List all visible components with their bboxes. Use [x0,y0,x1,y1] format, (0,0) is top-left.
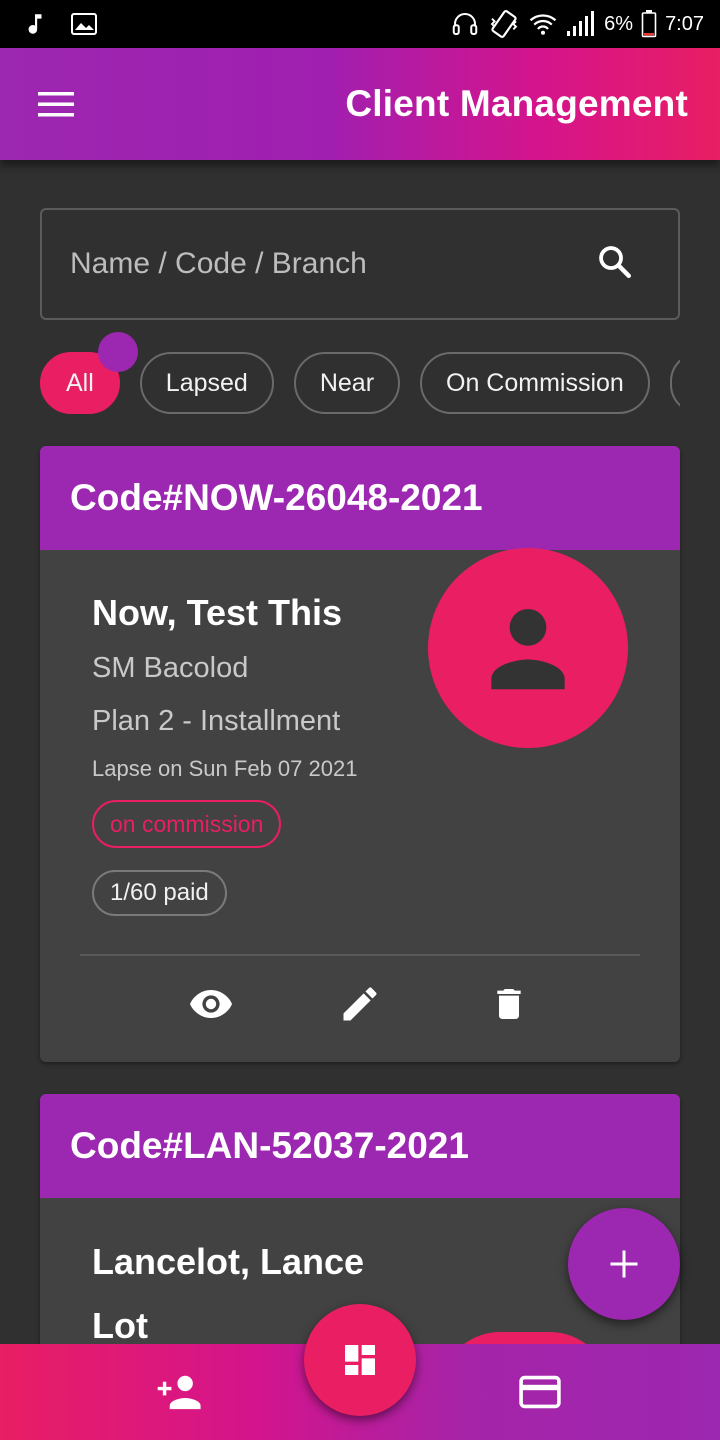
plus-icon [610,1250,638,1278]
view-icon[interactable] [183,976,239,1032]
filter-chips: All Lapsed Near On Commission [40,352,680,416]
card-actions [40,976,680,1032]
search-input[interactable]: Name / Code / Branch [40,208,680,320]
clock: 7:07 [665,12,704,35]
add-person-icon[interactable] [156,1368,204,1416]
battery-icon [641,10,657,38]
chip-lapsed[interactable]: Lapsed [139,352,274,414]
music-note-icon [22,11,48,37]
page-title: Client Management [345,83,688,124]
delete-icon[interactable] [481,976,537,1032]
battery-percent: 6% [604,12,634,35]
menu-icon[interactable] [36,84,76,124]
headphones-icon [450,8,480,40]
client-code: Code#NOW-26048-2021 [40,446,680,550]
status-bar: 6% 7:07 [0,0,720,48]
client-lapse-date: Lapse on Sun Feb 07 2021 [92,756,358,781]
paid-badge: 1/60 paid [92,870,227,916]
person-icon [491,609,565,690]
client-code: Code#LAN-52037-2021 [40,1094,680,1198]
dashboard-button[interactable] [304,1304,416,1416]
chip-near[interactable]: Near [293,352,401,414]
search-placeholder: Name / Code / Branch [70,247,367,280]
dashboard-icon [345,1345,375,1375]
image-icon [70,12,98,36]
add-client-button[interactable] [568,1208,680,1320]
chip-on-commission[interactable]: On Commission [420,352,650,414]
wifi-icon [528,9,558,39]
vibrate-icon [488,8,520,40]
divider [80,954,640,956]
client-card: Code#NOW-26048-2021 Now, Test This SM Ba… [40,446,680,1062]
edit-icon[interactable] [332,976,388,1032]
search-icon[interactable] [596,243,634,286]
signal-icon [566,11,596,37]
client-name: Lancelot, Lance [92,1241,365,1282]
chip-more[interactable] [669,352,680,414]
filter-count-badge [98,332,138,372]
card-icon[interactable] [516,1368,564,1416]
avatar [428,548,628,748]
status-badge: on commission [92,800,282,848]
app-bar: Client Management [0,48,720,160]
